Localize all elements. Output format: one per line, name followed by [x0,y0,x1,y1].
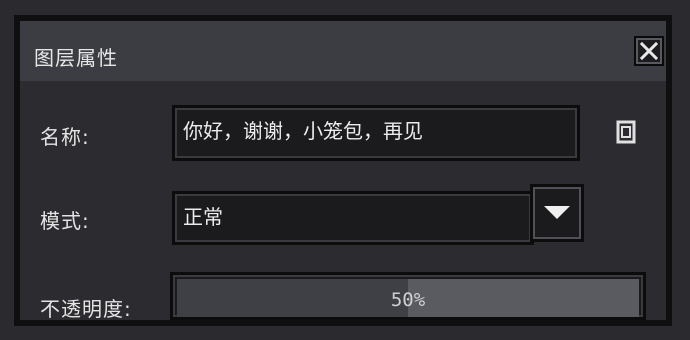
dialog-titlebar[interactable]: 图层属性 [20,21,666,81]
triangle-down-icon [544,206,570,219]
close-button[interactable] [634,36,664,66]
name-input[interactable]: 你好，谢谢，小笼包，再见 [172,105,580,161]
copy-icon[interactable] [615,119,637,149]
opacity-label: 不透明度: [40,297,132,321]
mode-select-value: 正常 [183,205,223,229]
mode-select[interactable]: 正常 [172,191,534,245]
close-icon [639,41,659,61]
opacity-slider-track[interactable]: 50% [177,279,639,317]
mode-label: 模式: [40,209,90,233]
layer-properties-dialog: 图层属性 名称: 你好，谢谢，小笼包，再见 模式: 正常 不透明度: 50% [14,15,672,326]
opacity-slider[interactable]: 50% [170,272,646,320]
name-label: 名称: [40,125,90,149]
dialog-title: 图层属性 [34,46,118,70]
dialog-content: 名称: 你好，谢谢，小笼包，再见 模式: 正常 不透明度: 50% [20,81,666,321]
mode-dropdown-button[interactable] [530,184,584,242]
opacity-value: 50% [390,289,426,311]
name-input-value: 你好，谢谢，小笼包，再见 [183,119,423,143]
